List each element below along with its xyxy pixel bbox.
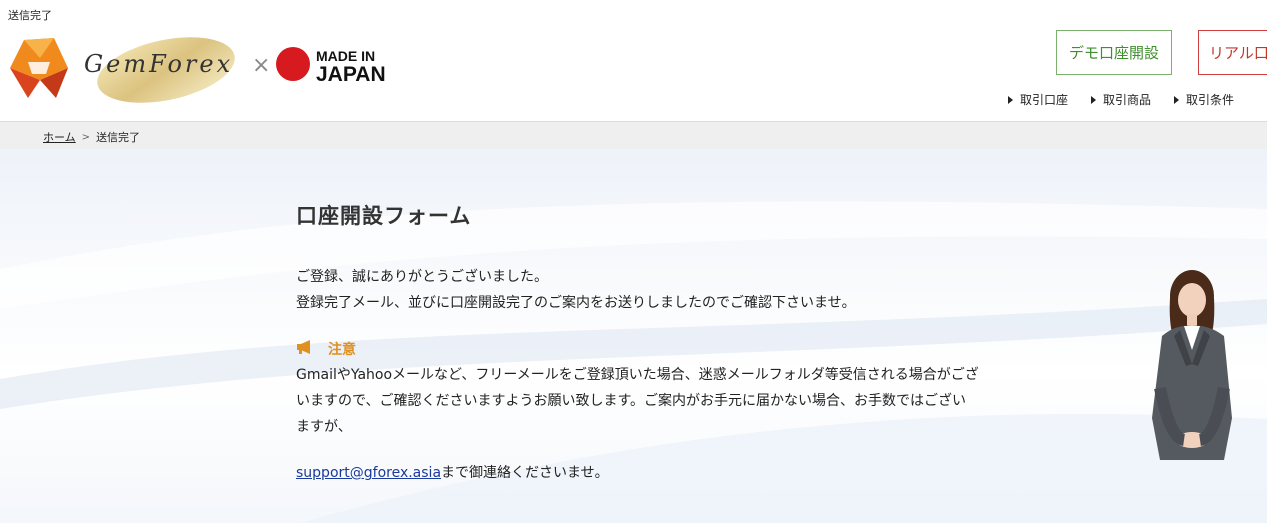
triangle-right-icon: [1008, 95, 1013, 104]
breadcrumb-home-link[interactable]: ホーム: [43, 129, 76, 145]
real-account-button[interactable]: リアル口: [1198, 30, 1267, 75]
demo-account-button[interactable]: デモ口座開設: [1056, 30, 1172, 75]
triangle-right-icon: [1091, 95, 1097, 104]
staff-photo: [1140, 268, 1240, 460]
svg-text:×: ×: [252, 53, 270, 78]
support-email-link[interactable]: support@gforex.asia: [296, 465, 441, 481]
svg-text:JAPAN: JAPAN: [316, 63, 386, 86]
breadcrumb: ホーム > 送信完了: [43, 129, 140, 145]
top-status-text: 送信完了: [8, 9, 52, 22]
notice-label: 注意: [328, 342, 356, 358]
subnav-item-accounts[interactable]: 取引口座: [1008, 91, 1068, 108]
japan-flag-icon: [276, 47, 310, 81]
gemforex-logo-icon: [10, 38, 68, 98]
subnav-item-products[interactable]: 取引商品: [1091, 91, 1151, 108]
notice-line-3: ますが、: [296, 419, 352, 435]
page-title: 口座開設フォーム: [296, 204, 472, 228]
main-content: 口座開設フォーム ご登録、誠にありがとうございました。 登録完了メール、並びに口…: [296, 200, 1076, 486]
contact-suffix: まで御連絡くださいませ。: [441, 465, 609, 481]
breadcrumb-current: 送信完了: [96, 131, 141, 144]
subnav-item-conditions[interactable]: 取引条件: [1174, 91, 1234, 108]
triangle-right-icon: [1174, 95, 1180, 104]
brand-text: GemForex: [84, 50, 233, 78]
svg-text:MADE IN: MADE IN: [316, 48, 375, 64]
notice-line-2: いますので、ご確認くださいますようお願い致します。ご案内がお手元に届かない場合、…: [296, 393, 967, 409]
header-subnav: 取引口座 取引商品 取引条件: [1008, 91, 1257, 108]
thanks-line-2: 登録完了メール、並びに口座開設完了のご案内をお送りしましたのでご確認下さいませ。: [296, 295, 856, 311]
gemforex-logo[interactable]: GemForex × MADE IN JAPAN: [6, 28, 386, 110]
megaphone-icon: [296, 340, 314, 358]
breadcrumb-separator: >: [81, 131, 91, 143]
thanks-line-1: ご登録、誠にありがとうございました。: [296, 269, 548, 285]
notice-line-1: GmailやYahooメールなど、フリーメールをご登録頂いた場合、迷惑メールフォ…: [296, 367, 979, 383]
contact-line: support@gforex.asiaまで御連絡くださいませ。: [296, 460, 1076, 486]
notice-heading: 注意: [296, 336, 1076, 362]
breadcrumb-bar: ホーム > 送信完了: [0, 121, 1267, 150]
